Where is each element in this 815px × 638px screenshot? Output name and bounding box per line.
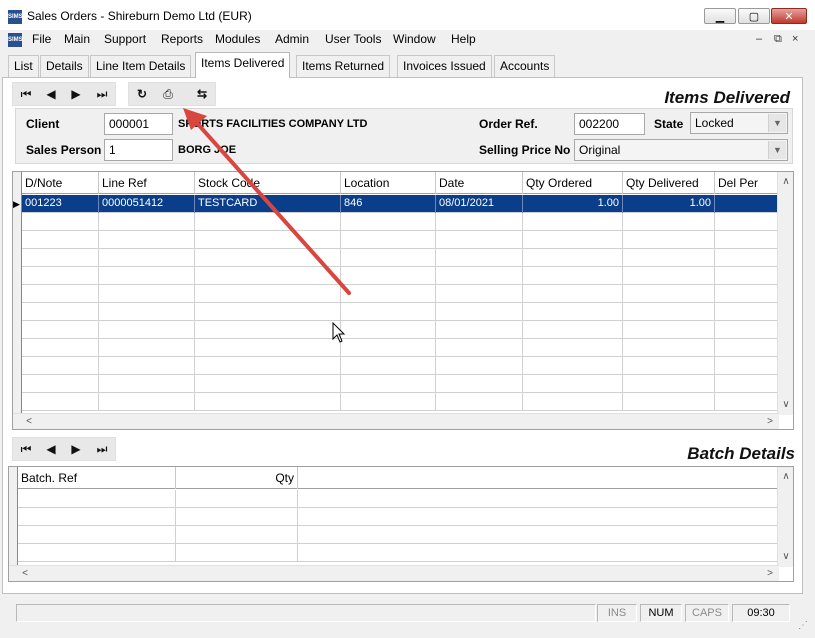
status-time: 09:30	[732, 604, 790, 622]
annotation-arrow	[183, 108, 351, 295]
mouse-cursor-icon	[332, 322, 346, 343]
status-caps: CAPS	[685, 604, 729, 622]
status-ins: INS	[597, 604, 637, 622]
status-message-panel	[16, 604, 596, 622]
resize-grip-icon[interactable]: ⋰	[798, 620, 808, 631]
status-num: NUM	[640, 604, 682, 622]
tab-items-delivered[interactable]: Items Delivered	[195, 52, 291, 78]
